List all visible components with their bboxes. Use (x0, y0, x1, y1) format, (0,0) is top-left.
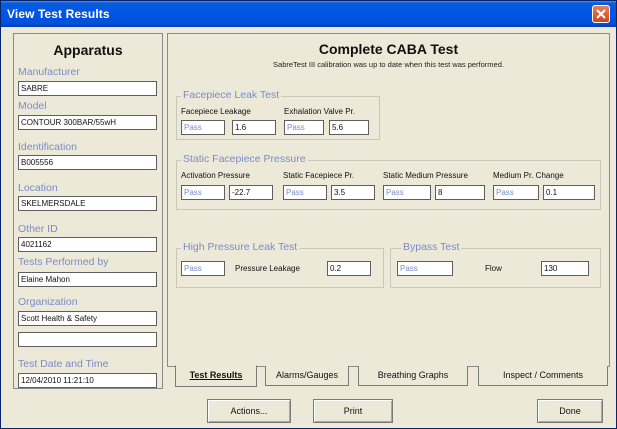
static-pressure-title: Static Facepiece Pressure (181, 153, 308, 165)
static-facepiece-pr-value[interactable]: 3.5 (331, 185, 375, 200)
pressure-leakage-label: Pressure Leakage (235, 264, 300, 273)
close-icon (596, 9, 606, 19)
exhalation-valve-label: Exhalation Valve Pr. (284, 107, 356, 116)
tests-performed-by-label: Tests Performed by (18, 256, 109, 268)
medium-pr-change-label: Medium Pr. Change (493, 171, 564, 180)
static-pressure-group: Static Facepiece Pressure Activation Pre… (176, 153, 601, 210)
high-pressure-title: High Pressure Leak Test (181, 241, 300, 253)
manufacturer-field[interactable]: SABRE (18, 81, 157, 96)
test-date-label: Test Date and Time (18, 358, 109, 370)
facepiece-leakage-status[interactable]: Pass (181, 120, 225, 135)
static-medium-pressure-status[interactable]: Pass (383, 185, 431, 200)
identification-label: Identification (18, 141, 77, 153)
location-field[interactable]: SKELMERSDALE (18, 196, 157, 211)
tests-performed-by-field[interactable]: Elaine Mahon (18, 272, 157, 287)
manufacturer-label: Manufacturer (18, 66, 80, 78)
medium-pr-change-status[interactable]: Pass (493, 185, 539, 200)
tab-alarms-gauges[interactable]: Alarms/Gauges (265, 366, 349, 386)
bypass-title: Bypass Test (401, 241, 462, 253)
print-button[interactable]: Print (313, 399, 393, 423)
apparatus-panel: Apparatus Manufacturer SABRE Model CONTO… (13, 33, 163, 389)
calibration-note: SabreTest III calibration was up to date… (273, 60, 504, 69)
other-id-label: Other ID (18, 223, 58, 235)
model-label: Model (18, 100, 47, 112)
activation-pressure-value[interactable]: -22.7 (229, 185, 273, 200)
location-label: Location (18, 182, 58, 194)
model-field[interactable]: CONTOUR 300BAR/55wH (18, 115, 157, 130)
actions-button[interactable]: Actions... (207, 399, 291, 423)
test-date-field[interactable]: 12/04/2010 11:21:10 (18, 373, 157, 388)
pressure-leakage-value[interactable]: 0.2 (327, 261, 371, 276)
medium-pr-change-value[interactable]: 0.1 (543, 185, 595, 200)
bypass-group: Bypass Test Pass Flow 130 (390, 241, 601, 288)
tab-breathing-graphs[interactable]: Breathing Graphs (358, 366, 468, 386)
organization-label: Organization (18, 296, 78, 308)
done-button[interactable]: Done (537, 399, 603, 423)
tab-test-results[interactable]: Test Results (175, 365, 257, 387)
apparatus-heading: Apparatus (53, 42, 123, 58)
activation-pressure-label: Activation Pressure (181, 171, 250, 180)
flow-label: Flow (485, 264, 502, 273)
high-pressure-status[interactable]: Pass (181, 261, 225, 276)
static-facepiece-pr-label: Static Facepiece Pr. (283, 171, 355, 180)
tab-inspect-comments[interactable]: Inspect / Comments (478, 366, 608, 386)
facepiece-leak-group: Facepiece Leak Test Facepiece Leakage Ex… (176, 89, 380, 140)
test-results-panel: Complete CABA Test SabreTest III calibra… (167, 33, 610, 367)
window-title: View Test Results (7, 7, 110, 21)
organization-field[interactable]: Scott Health & Safety (18, 311, 157, 326)
static-facepiece-pr-status[interactable]: Pass (283, 185, 327, 200)
static-medium-pressure-label: Static Medium Pressure (383, 171, 468, 180)
title-bar: View Test Results (1, 1, 616, 27)
exhalation-valve-value[interactable]: 5.6 (329, 120, 369, 135)
test-title: Complete CABA Test (318, 41, 459, 57)
identification-field[interactable]: B005556 (18, 155, 157, 170)
view-test-results-window: View Test Results Apparatus Manufacturer… (0, 0, 617, 429)
facepiece-leak-title: Facepiece Leak Test (181, 89, 282, 101)
facepiece-leakage-value[interactable]: 1.6 (232, 120, 276, 135)
activation-pressure-status[interactable]: Pass (181, 185, 225, 200)
static-medium-pressure-value[interactable]: 8 (435, 185, 485, 200)
high-pressure-group: High Pressure Leak Test Pass Pressure Le… (176, 241, 384, 288)
other-id-field[interactable]: 4021162 (18, 237, 157, 252)
exhalation-valve-status[interactable]: Pass (284, 120, 324, 135)
organization-field-2[interactable] (18, 332, 157, 347)
flow-value[interactable]: 130 (541, 261, 589, 276)
facepiece-leakage-label: Facepiece Leakage (181, 107, 251, 116)
bypass-status[interactable]: Pass (397, 261, 453, 276)
close-button[interactable] (592, 5, 610, 23)
